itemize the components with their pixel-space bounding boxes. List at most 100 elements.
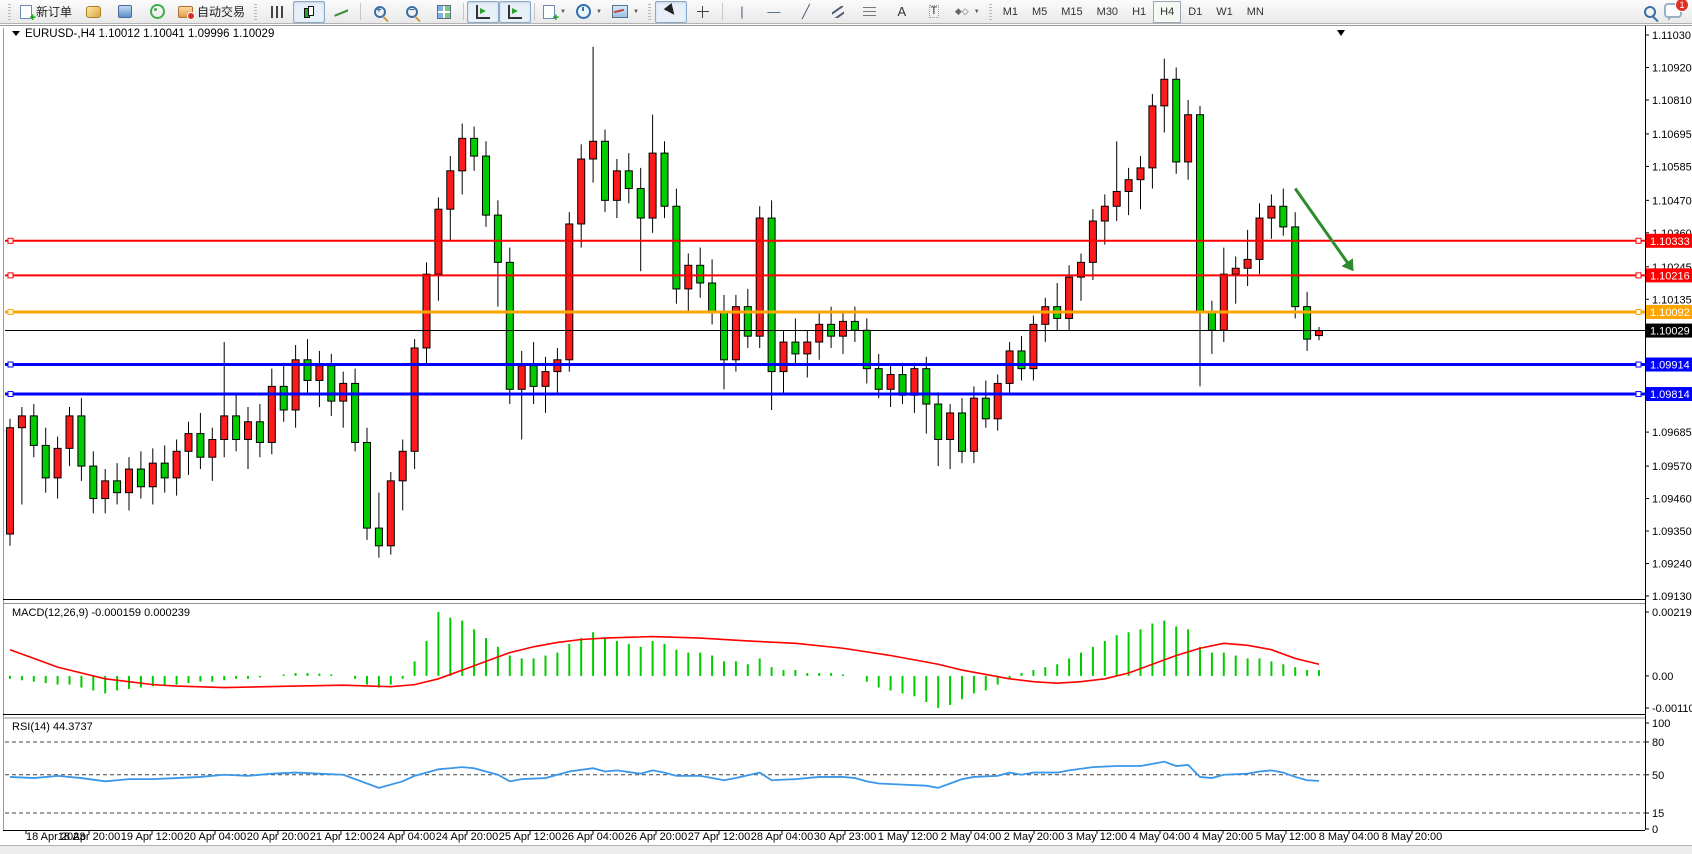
bull-candle bbox=[518, 366, 525, 390]
market-icon bbox=[86, 6, 101, 18]
chart-shift-button[interactable] bbox=[499, 1, 531, 23]
main-toolbar: 新订单 自动交易 ▼ ▼ ▼ | — ╱ A T ◆◇▼ M1 M5 M15 M… bbox=[0, 0, 1692, 24]
candlestick-chart-button[interactable] bbox=[293, 1, 325, 23]
timeframe-h4[interactable]: H4 bbox=[1153, 1, 1181, 23]
line-anchor[interactable] bbox=[1636, 392, 1641, 397]
price-tick-label: 1.09130 bbox=[1652, 591, 1692, 603]
line-anchor[interactable] bbox=[1636, 362, 1641, 367]
line-anchor[interactable] bbox=[1636, 238, 1641, 243]
chart-canvas[interactable]: 1.110301.109201.108101.106951.105851.104… bbox=[0, 0, 1692, 854]
price-axis[interactable]: 1.110301.109201.108101.106951.105851.104… bbox=[1645, 30, 1692, 603]
channel-button[interactable] bbox=[822, 1, 854, 23]
timeframe-m1[interactable]: M1 bbox=[996, 1, 1025, 23]
bull-candle bbox=[756, 218, 763, 336]
bear-candle bbox=[352, 383, 359, 442]
toolbar-grip[interactable] bbox=[254, 4, 257, 20]
zoom-out-button[interactable] bbox=[396, 1, 428, 23]
crosshair-button[interactable] bbox=[687, 1, 719, 23]
bull-candle bbox=[542, 372, 549, 387]
line-chart-button[interactable] bbox=[325, 1, 357, 23]
bar-chart-button[interactable] bbox=[261, 1, 293, 23]
time-axis[interactable]: 18 Apr 202318 Apr 20:0019 Apr 12:0020 Ap… bbox=[26, 831, 1442, 843]
line-anchor[interactable] bbox=[1636, 273, 1641, 278]
price-tick-label: 1.10585 bbox=[1652, 161, 1692, 173]
price-tick-label: 1.09350 bbox=[1652, 526, 1692, 538]
toolbar-grip[interactable] bbox=[648, 4, 651, 20]
tile-windows-button[interactable] bbox=[428, 1, 460, 23]
search-icon[interactable] bbox=[1644, 6, 1656, 18]
algo-trading-button[interactable]: 自动交易 bbox=[173, 1, 250, 23]
horizontal-line-button[interactable]: — bbox=[758, 1, 790, 23]
timeframe-h1[interactable]: H1 bbox=[1125, 1, 1153, 23]
bear-candle bbox=[1197, 115, 1204, 313]
new-order-button[interactable]: 新订单 bbox=[15, 1, 77, 23]
periods-dropdown[interactable]: ▼ bbox=[571, 1, 607, 23]
text-button[interactable]: A bbox=[886, 1, 918, 23]
zoom-in-button[interactable] bbox=[364, 1, 396, 23]
market-button[interactable] bbox=[77, 1, 109, 23]
time-tick-label: 8 May 20:00 bbox=[1382, 831, 1443, 843]
toolbar-grip[interactable] bbox=[8, 4, 11, 20]
bear-candle bbox=[114, 481, 121, 493]
trendline-button[interactable]: ╱ bbox=[790, 1, 822, 23]
price-tick-label: 1.09240 bbox=[1652, 559, 1692, 571]
fibonacci-button[interactable] bbox=[854, 1, 886, 23]
timeframe-m15[interactable]: M15 bbox=[1054, 1, 1089, 23]
timeframe-m30[interactable]: M30 bbox=[1090, 1, 1125, 23]
bull-candle bbox=[1232, 268, 1239, 274]
line-anchor[interactable] bbox=[8, 309, 13, 314]
templates-dropdown[interactable]: ▼ bbox=[607, 1, 644, 23]
toolbar-grip[interactable] bbox=[989, 4, 992, 20]
community-button[interactable] bbox=[109, 1, 141, 23]
price-tick-label: 1.10920 bbox=[1652, 62, 1692, 74]
signals-button[interactable] bbox=[141, 1, 173, 23]
bear-candle bbox=[530, 366, 537, 387]
price-tick-label: 1.09570 bbox=[1652, 461, 1692, 473]
shapes-dropdown[interactable]: ◆◇▼ bbox=[950, 1, 985, 23]
time-tick-label: 24 Apr 04:00 bbox=[373, 831, 435, 843]
time-tick-label: 2 May 20:00 bbox=[1004, 831, 1065, 843]
vertical-line-button[interactable]: | bbox=[726, 1, 758, 23]
bull-candle bbox=[459, 138, 466, 170]
bear-candle bbox=[364, 442, 371, 528]
bull-candle bbox=[732, 307, 739, 360]
time-tick-label: 20 Apr 04:00 bbox=[184, 831, 246, 843]
bull-candle bbox=[447, 171, 454, 209]
clock-icon bbox=[576, 4, 591, 19]
line-anchor[interactable] bbox=[1636, 309, 1641, 314]
timeframe-d1[interactable]: D1 bbox=[1181, 1, 1209, 23]
line-anchor[interactable] bbox=[8, 362, 13, 367]
bull-candle bbox=[292, 360, 299, 410]
bull-candle bbox=[185, 434, 192, 452]
bear-candle bbox=[863, 330, 870, 368]
line-anchor[interactable] bbox=[8, 392, 13, 397]
bull-candle bbox=[1185, 115, 1192, 162]
notifications-button[interactable]: 1 bbox=[1664, 3, 1682, 21]
line-chart-icon bbox=[334, 7, 348, 17]
cursor-button[interactable] bbox=[655, 1, 687, 23]
chevron-down-icon: ▼ bbox=[974, 9, 980, 15]
bear-candle bbox=[1292, 227, 1299, 307]
bear-candle bbox=[233, 416, 240, 440]
timeframe-m5[interactable]: M5 bbox=[1025, 1, 1054, 23]
indicators-dropdown[interactable]: ▼ bbox=[538, 1, 571, 23]
rsi-axis-label: 0 bbox=[1652, 824, 1658, 836]
auto-scroll-button[interactable] bbox=[467, 1, 499, 23]
time-tick-label: 24 Apr 20:00 bbox=[436, 831, 498, 843]
bear-candle bbox=[875, 369, 882, 390]
chevron-down-icon: ▼ bbox=[596, 9, 602, 15]
bear-candle bbox=[982, 398, 989, 419]
timeframe-mn[interactable]: MN bbox=[1240, 1, 1271, 23]
time-tick-label: 5 May 12:00 bbox=[1256, 831, 1317, 843]
chevron-down-icon: ▼ bbox=[633, 9, 639, 15]
price-badge-label: 1.10333 bbox=[1650, 236, 1690, 248]
chart-shift-icon bbox=[508, 5, 522, 19]
text-label-button[interactable]: T bbox=[918, 1, 950, 23]
line-anchor[interactable] bbox=[8, 273, 13, 278]
bull-candle bbox=[245, 422, 252, 440]
bear-candle bbox=[483, 156, 490, 215]
timeframe-w1[interactable]: W1 bbox=[1209, 1, 1240, 23]
time-tick-label: 30 Apr 23:00 bbox=[814, 831, 876, 843]
time-tick-label: 8 May 04:00 bbox=[1319, 831, 1380, 843]
line-anchor[interactable] bbox=[8, 238, 13, 243]
